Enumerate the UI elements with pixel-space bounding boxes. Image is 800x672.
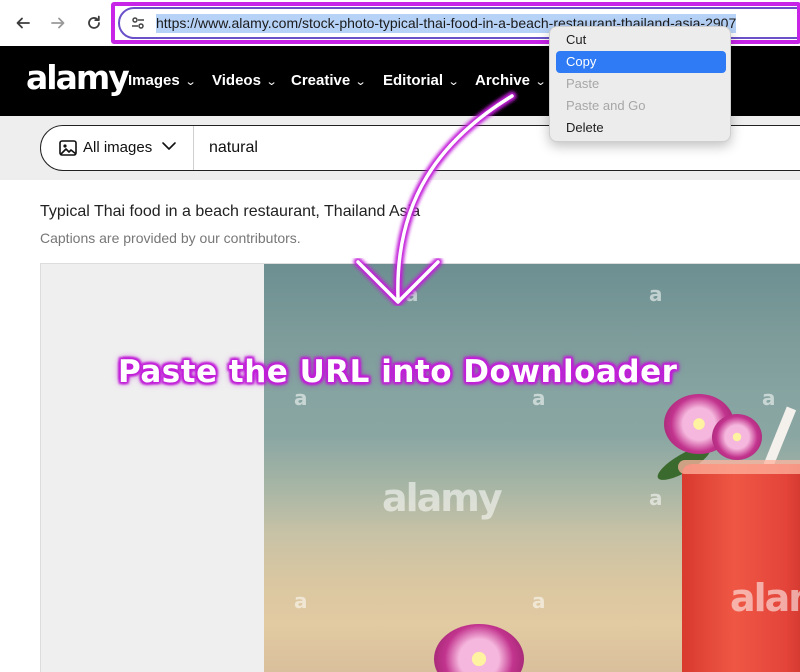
watermark: a [649, 282, 663, 306]
nav-images[interactable]: Images ⌄ [128, 72, 197, 89]
chevron-down-icon: ⌄ [447, 76, 460, 88]
image-type-filter[interactable]: All images [83, 139, 152, 156]
alamy-logo[interactable]: alamy [26, 58, 130, 97]
menu-item-delete[interactable]: Delete [556, 117, 726, 139]
nav-archive[interactable]: Archive ⌄ [475, 72, 547, 89]
chevron-down-icon: ⌄ [184, 76, 197, 88]
forward-arrow-icon[interactable] [47, 12, 69, 34]
watermark: a [762, 386, 776, 410]
red-drink [682, 464, 800, 672]
watermark: a [649, 486, 663, 510]
stock-photo[interactable]: a a a a a alamy a a a alamy [264, 264, 800, 672]
chevron-down-icon: ⌄ [354, 76, 367, 88]
nav-editorial[interactable]: Editorial ⌄ [383, 72, 460, 89]
menu-item-paste[interactable]: Paste [556, 73, 726, 95]
watermark-logo: alamy [382, 476, 503, 520]
nav-archive-label: Archive [475, 72, 531, 89]
nav-creative-label: Creative [291, 72, 351, 89]
drink-rim [678, 460, 800, 474]
caption-credit-note: Captions are provided by our contributor… [40, 230, 301, 246]
watermark: a [294, 589, 308, 613]
watermark-logo: alamy [730, 576, 800, 620]
nav-videos-label: Videos [212, 72, 261, 89]
context-menu: Cut Copy Paste Paste and Go Delete [549, 26, 731, 142]
orchid-flower [712, 414, 762, 460]
photo-frame: a a a a a alamy a a a alamy [40, 263, 800, 672]
nav-editorial-label: Editorial [383, 72, 444, 89]
photo-caption: Typical Thai food in a beach restaurant,… [40, 203, 421, 220]
search-input[interactable]: natural [209, 139, 258, 157]
nav-videos[interactable]: Videos ⌄ [212, 72, 278, 89]
watermark: a [405, 282, 419, 306]
menu-item-paste-and-go[interactable]: Paste and Go [556, 95, 726, 117]
back-arrow-icon[interactable] [12, 12, 34, 34]
instruction-annotation: Paste the URL into Downloader [118, 354, 678, 390]
nav-images-label: Images [128, 72, 180, 89]
chevron-down-icon[interactable] [161, 138, 177, 154]
orchid-flower [434, 624, 524, 672]
menu-item-copy[interactable]: Copy [556, 51, 726, 73]
image-icon [59, 140, 77, 156]
nav-creative[interactable]: Creative ⌄ [291, 72, 367, 89]
menu-item-cut[interactable]: Cut [556, 29, 726, 51]
watermark: a [532, 589, 546, 613]
reload-icon[interactable] [83, 12, 105, 34]
chevron-down-icon: ⌄ [534, 76, 547, 88]
chevron-down-icon: ⌄ [265, 76, 278, 88]
search-divider [193, 126, 194, 170]
